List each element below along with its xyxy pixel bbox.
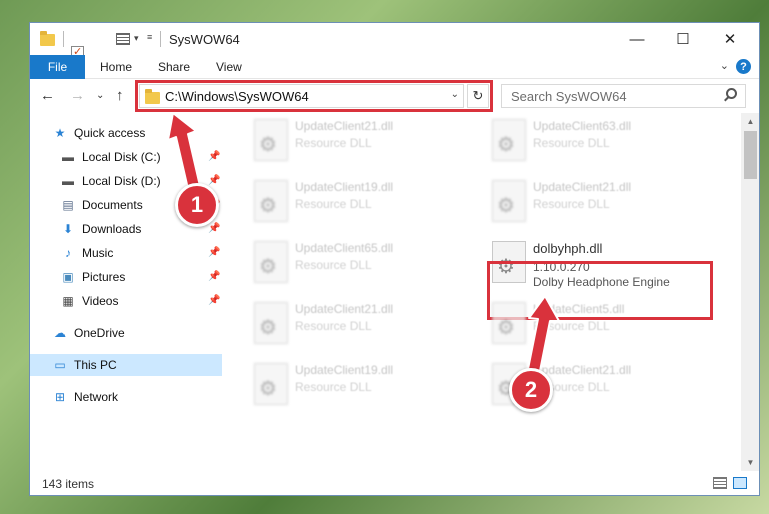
annotation-arrows	[167, 112, 560, 372]
arrow-2-icon	[527, 295, 560, 372]
step-2-badge: 2	[509, 368, 553, 412]
step-1-badge: 1	[175, 183, 219, 227]
arrow-1-icon	[167, 112, 201, 190]
